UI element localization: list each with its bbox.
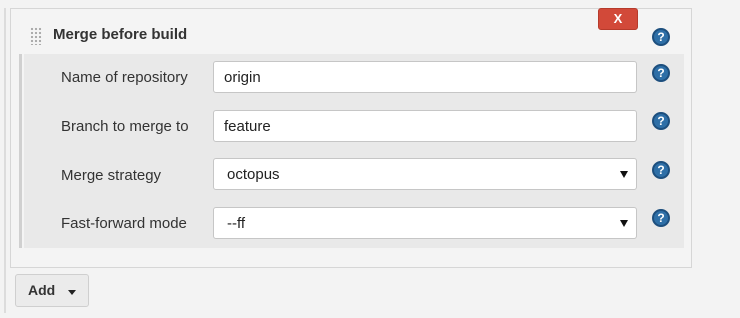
help-icon[interactable]: ?	[652, 28, 670, 46]
dropdown-caret-icon	[620, 220, 628, 227]
fast-forward-mode-select[interactable]: --ff	[213, 207, 637, 239]
help-icon[interactable]: ?	[652, 161, 670, 179]
fast-forward-mode-value: --ff	[227, 215, 246, 232]
dropdown-caret-icon	[620, 171, 628, 178]
outer-left-border	[4, 8, 6, 313]
repository-name-label: Name of repository	[61, 69, 188, 86]
drag-handle-icon[interactable]	[30, 27, 42, 45]
branch-to-merge-input[interactable]	[213, 110, 637, 142]
merge-strategy-select[interactable]: octopus	[213, 158, 637, 190]
merge-strategy-label: Merge strategy	[61, 167, 162, 184]
repository-name-input[interactable]	[213, 61, 637, 93]
help-icon[interactable]: ?	[652, 64, 670, 82]
inner-left-border	[19, 54, 22, 248]
dropdown-caret-icon	[68, 290, 76, 295]
merge-strategy-value: octopus	[227, 166, 280, 183]
section-title: Merge before build	[53, 26, 188, 43]
help-icon[interactable]: ?	[652, 209, 670, 227]
branch-to-merge-label: Branch to merge to	[61, 118, 189, 135]
delete-section-button[interactable]: X	[598, 8, 638, 30]
add-button[interactable]: Add	[15, 274, 89, 307]
fast-forward-mode-label: Fast-forward mode	[61, 215, 187, 232]
help-icon[interactable]: ?	[652, 112, 670, 130]
add-button-label: Add	[28, 282, 56, 298]
